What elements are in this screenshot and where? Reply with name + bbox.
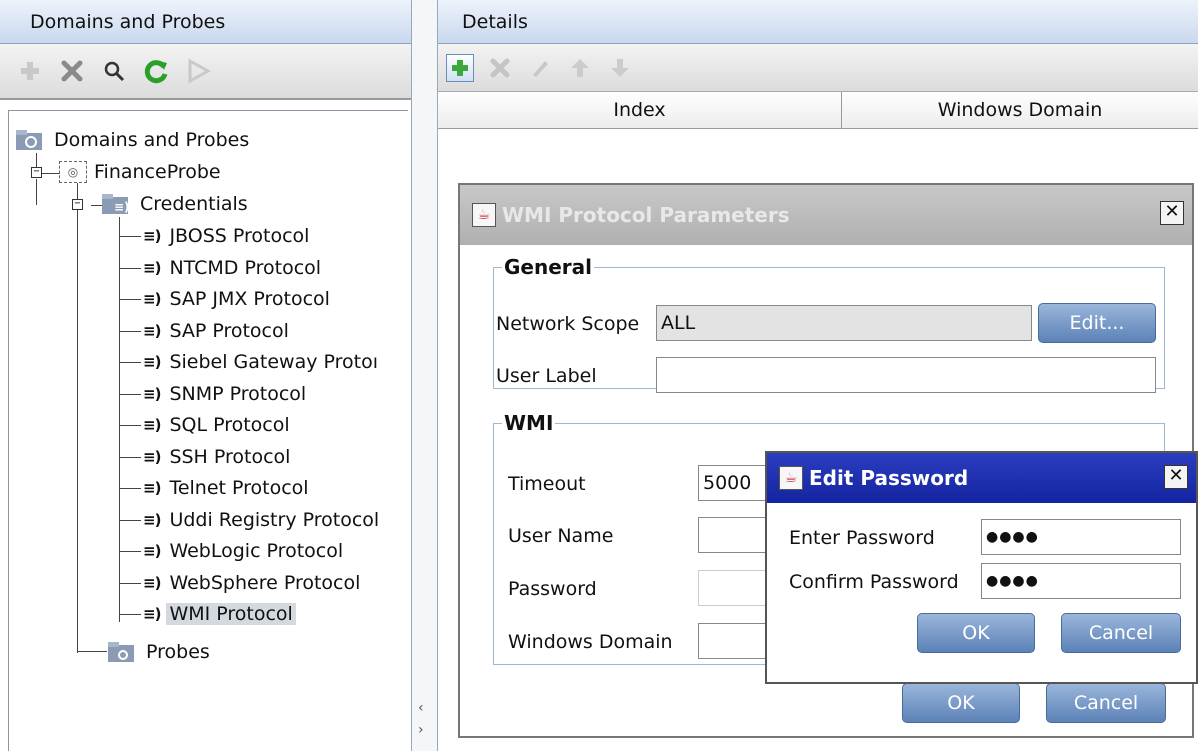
tree-node-protocol[interactable]: ≡) Telnet Protocol <box>143 473 312 503</box>
tree-node-protocol[interactable]: ≡) SNMP Protocol <box>143 379 309 409</box>
confirm-password-input[interactable]: ●●●● <box>981 563 1181 599</box>
tree-node-protocol[interactable]: ≡) JBOSS Protocol <box>143 221 312 251</box>
network-scope-label: Network Scope <box>496 313 640 335</box>
column-index[interactable]: Index <box>438 92 842 128</box>
user-label-input[interactable] <box>656 357 1156 393</box>
domains-folder-icon <box>15 129 45 151</box>
add-icon[interactable] <box>16 57 44 85</box>
enter-password-label: Enter Password <box>789 527 935 549</box>
protocol-label: WMI Protocol <box>166 603 296 625</box>
general-legend: General <box>504 255 592 279</box>
tree-node-protocol[interactable]: ≡) Uddi Registry Protocol <box>143 505 382 535</box>
delete-icon[interactable] <box>486 54 514 82</box>
java-icon: ☕ <box>472 203 496 227</box>
confirm-password-label: Confirm Password <box>789 571 959 593</box>
edit-pencil-icon[interactable] <box>526 54 554 82</box>
domains-probes-panel: Domains and Probes − − Domains and Probe… <box>0 0 412 751</box>
protocol-icon: ≡) <box>143 447 161 466</box>
protocol-label: NTCMD Protocol <box>169 256 322 279</box>
user-name-label: User Name <box>508 525 614 547</box>
protocol-label: SNMP Protocol <box>169 382 307 405</box>
details-title: Details <box>438 0 1198 44</box>
details-table-header: Index Windows Domain <box>438 92 1198 129</box>
refresh-icon[interactable] <box>142 57 170 85</box>
move-up-icon[interactable] <box>566 54 594 82</box>
protocol-label: SAP JMX Protocol <box>169 288 330 310</box>
tree-node-probes[interactable]: Probes <box>107 637 213 667</box>
column-windows-domain[interactable]: Windows Domain <box>842 92 1198 128</box>
add-icon[interactable] <box>446 53 474 82</box>
move-down-icon[interactable] <box>606 54 634 82</box>
close-icon[interactable]: ✕ <box>1164 465 1188 489</box>
tree-node-protocol[interactable]: ≡) SQL Protocol <box>143 410 293 440</box>
protocol-icon: ≡) <box>143 353 161 371</box>
edit-scope-button[interactable]: Edit... <box>1038 303 1156 343</box>
wmi-dialog-titlebar[interactable]: ☕ WMI Protocol Parameters ✕ <box>460 185 1192 245</box>
tree-node-protocol[interactable]: ≡) SAP Protocol <box>143 316 292 346</box>
password-label: Password <box>508 578 597 600</box>
protocol-icon: ≡) <box>143 542 161 560</box>
tree-node-protocol[interactable]: ≡) WebSphere Protocol <box>143 568 363 598</box>
delete-icon[interactable] <box>58 57 86 85</box>
protocol-icon: ≡) <box>143 290 161 308</box>
svg-text:≡): ≡) <box>114 200 130 214</box>
protocol-label: SQL Protocol <box>169 414 290 436</box>
protocol-label: Uddi Registry Protocol <box>169 508 380 531</box>
protocol-label: SAP Protocol <box>169 319 289 342</box>
tree-node-credentials[interactable]: ≡) Credentials <box>101 189 251 219</box>
password-dialog-title: Edit Password <box>809 466 969 490</box>
tree-node-protocol[interactable]: ≡) NTCMD Protocol <box>143 253 324 283</box>
network-scope-field: ALL <box>656 305 1032 341</box>
protocol-label: SSH Protocol <box>169 445 291 468</box>
user-label-label: User Label <box>496 365 597 387</box>
close-icon[interactable]: ✕ <box>1160 201 1184 225</box>
probes-folder-icon <box>107 641 137 663</box>
tree-node-financeprobe[interactable]: ◎ FinanceProbe <box>59 157 224 187</box>
details-toolbar <box>438 44 1198 92</box>
protocol-icon: ≡) <box>143 573 161 592</box>
protocol-icon: ≡) <box>143 416 161 434</box>
credentials-folder-icon: ≡) <box>101 193 131 215</box>
protocol-label: WebLogic Protocol <box>169 540 344 562</box>
ok-button[interactable]: OK <box>917 613 1035 653</box>
collapse-left-icon[interactable]: ‹ <box>418 700 424 716</box>
protocol-icon: ≡) <box>143 605 161 623</box>
protocol-label: Siebel Gateway Protoı <box>169 351 379 373</box>
password-dialog-titlebar[interactable]: ☕ Edit Password ✕ <box>767 453 1196 503</box>
windows-domain-label: Windows Domain <box>508 631 673 653</box>
panel-title: Domains and Probes <box>0 0 411 44</box>
play-icon[interactable] <box>184 57 212 85</box>
tree-node-protocol[interactable]: ≡) Siebel Gateway Protoı <box>143 347 381 377</box>
tree-node-root[interactable]: Domains and Probes <box>15 125 252 155</box>
enter-password-input[interactable]: ●●●● <box>981 519 1181 555</box>
tree-node-protocol[interactable]: ≡) SSH Protocol <box>143 442 293 472</box>
protocol-icon: ≡) <box>143 384 161 403</box>
wmi-dialog-title: WMI Protocol Parameters <box>502 203 790 227</box>
cancel-button[interactable]: Cancel <box>1046 683 1166 723</box>
protocol-label: WebSphere Protocol <box>169 571 361 594</box>
search-icon[interactable] <box>100 57 128 85</box>
protocol-icon: ≡) <box>143 479 161 497</box>
tree-node-protocol[interactable]: ≡) WebLogic Protocol <box>143 536 346 566</box>
protocol-icon: ≡) <box>143 510 161 529</box>
expand-right-icon[interactable]: › <box>418 722 424 738</box>
probe-icon: ◎ <box>59 161 87 183</box>
timeout-label: Timeout <box>508 473 586 495</box>
tree-node-protocol[interactable]: ≡) WMI Protocol <box>143 599 296 629</box>
protocol-label: Telnet Protocol <box>169 477 309 499</box>
java-icon: ☕ <box>779 466 803 490</box>
left-toolbar <box>0 44 411 100</box>
protocol-icon: ≡) <box>143 321 161 340</box>
protocol-label: JBOSS Protocol <box>169 225 310 247</box>
panel-splitter[interactable]: ‹ › <box>412 0 438 751</box>
protocol-icon: ≡) <box>143 227 161 245</box>
tree-view: − − Domains and Probes ◎ FinanceProbe ≡)… <box>8 110 408 751</box>
cancel-button[interactable]: Cancel <box>1061 613 1181 653</box>
ok-button[interactable]: OK <box>902 683 1020 723</box>
edit-password-dialog: ☕ Edit Password ✕ Enter Password ●●●● Co… <box>765 451 1198 684</box>
protocol-icon: ≡) <box>143 258 161 277</box>
wmi-legend: WMI <box>504 411 554 435</box>
tree-node-protocol[interactable]: ≡) SAP JMX Protocol <box>143 284 333 314</box>
